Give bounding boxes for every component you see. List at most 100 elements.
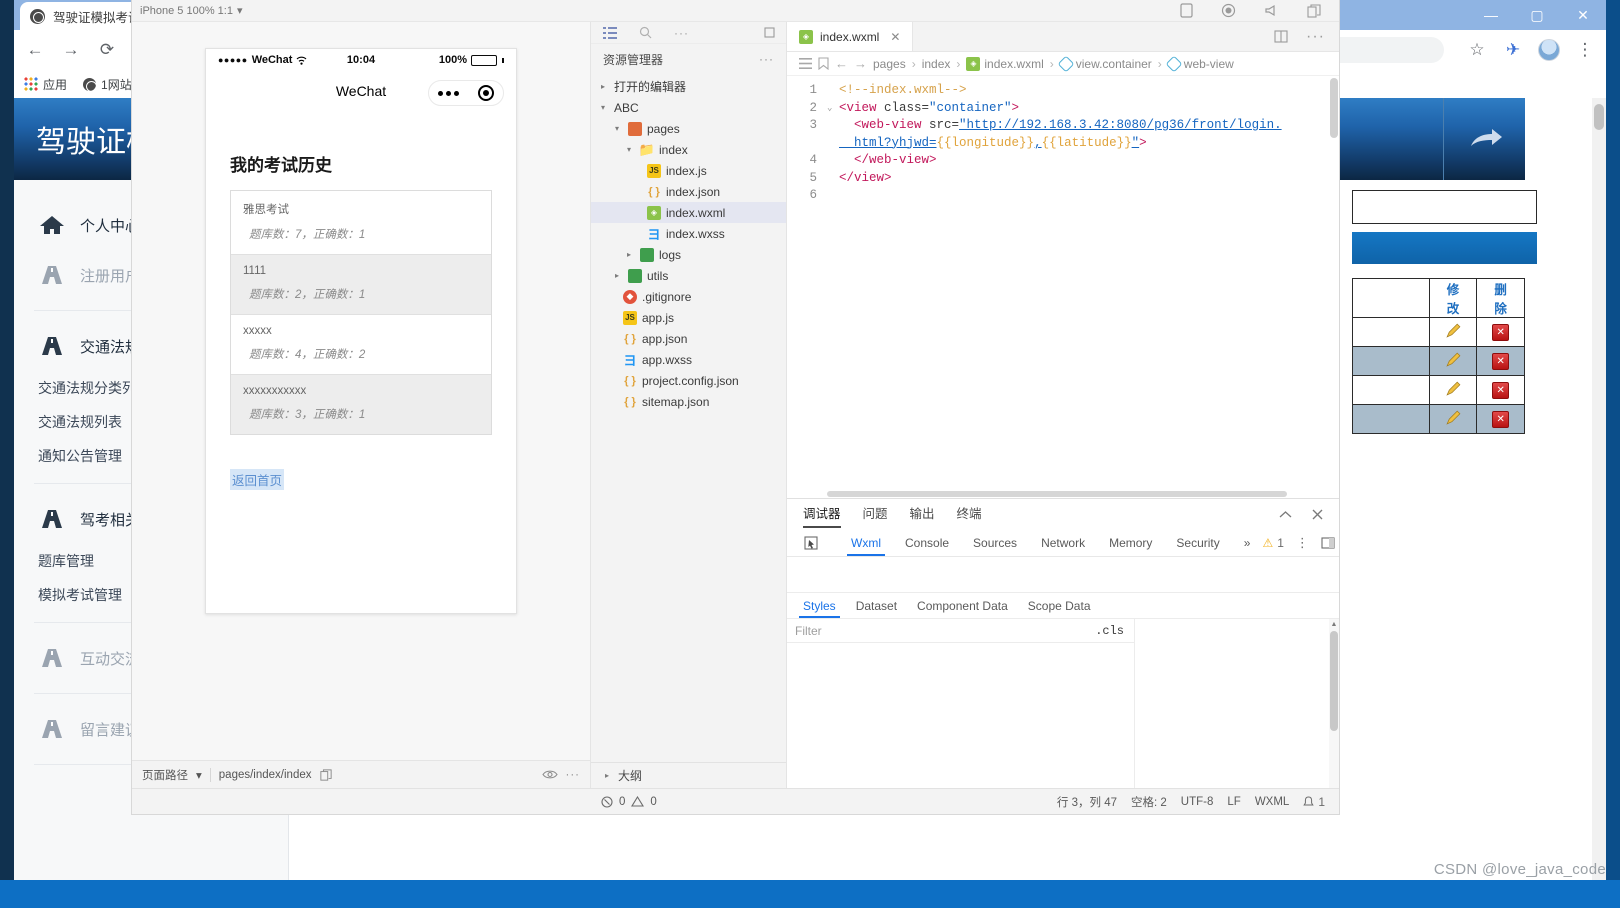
inspect-icon[interactable]: [795, 535, 827, 550]
edit-cell[interactable]: [1428, 404, 1478, 434]
eol[interactable]: LF: [1227, 796, 1240, 808]
tab-problems[interactable]: 问题: [863, 503, 888, 526]
tree-item-app-js[interactable]: JS app.js: [591, 307, 786, 328]
delete-cell[interactable]: ✕: [1476, 375, 1525, 405]
more-icon[interactable]: ···: [1306, 28, 1325, 46]
simulator-device-select[interactable]: iPhone 5 100% 1:1 ▾: [132, 4, 243, 18]
outline-icon[interactable]: [799, 58, 812, 69]
chevron-down-icon[interactable]: ▾: [196, 768, 202, 782]
dock-icon[interactable]: [1321, 536, 1335, 549]
target-icon[interactable]: [477, 85, 494, 101]
chevron-right-icon[interactable]: ▸: [597, 82, 609, 91]
tree-item-index-json[interactable]: { } index.json: [591, 181, 786, 202]
scroll-up-icon[interactable]: ▲: [1329, 619, 1339, 630]
avatar[interactable]: [1538, 39, 1560, 61]
edit-cell[interactable]: [1428, 375, 1478, 405]
megaphone-icon[interactable]: [1264, 4, 1279, 17]
copy-icon[interactable]: [1307, 3, 1321, 18]
tab-styles[interactable]: Styles: [793, 594, 846, 618]
close-icon[interactable]: [1312, 509, 1323, 520]
editor-vertical-scrollbar[interactable]: [1329, 76, 1339, 498]
tab-console[interactable]: Console: [893, 530, 961, 556]
chevron-right-icon[interactable]: ▸: [601, 771, 613, 780]
more-icon[interactable]: ···: [566, 769, 581, 781]
tab-security[interactable]: Security: [1164, 530, 1231, 556]
list-item[interactable]: 雅思考试 题库数：7，正确数：1: [231, 191, 491, 255]
more-icon[interactable]: ···: [759, 52, 774, 66]
tab-scope-data[interactable]: Scope Data: [1018, 594, 1101, 618]
tab-terminal[interactable]: 终端: [957, 503, 982, 526]
tree-project-root[interactable]: ▾ ABC: [591, 97, 786, 118]
scrollbar-thumb[interactable]: [1330, 78, 1338, 138]
tab-memory[interactable]: Memory: [1097, 530, 1164, 556]
tree-open-editors[interactable]: ▸ 打开的编辑器: [591, 76, 786, 97]
page-path-label[interactable]: 页面路径: [142, 767, 188, 783]
phone-icon[interactable]: [1180, 3, 1193, 18]
cls-button[interactable]: .cls: [1085, 624, 1134, 638]
fold-marker[interactable]: [827, 82, 839, 100]
tab-wxml[interactable]: Wxml: [839, 530, 893, 556]
scrollbar-thumb[interactable]: [1330, 631, 1338, 731]
tree-item-index-js[interactable]: JS index.js: [591, 160, 786, 181]
notifications[interactable]: 1: [1303, 795, 1325, 809]
list-icon[interactable]: [603, 26, 617, 39]
encoding[interactable]: UTF-8: [1181, 796, 1214, 808]
outline-section[interactable]: ▸ 大纲: [591, 762, 786, 788]
delete-cell[interactable]: ✕: [1476, 404, 1525, 434]
tab-output[interactable]: 输出: [910, 503, 935, 526]
tree-item-project-config[interactable]: { } project.config.json: [591, 370, 786, 391]
list-item[interactable]: 1111 题库数：2，正确数：1: [231, 255, 491, 315]
filter-input[interactable]: [787, 619, 1086, 642]
language-mode[interactable]: WXML: [1255, 796, 1290, 808]
tree-item-app-json[interactable]: { } app.json: [591, 328, 786, 349]
split-editor-icon[interactable]: [1274, 30, 1288, 43]
close-icon[interactable]: ✕: [890, 30, 900, 44]
close-button[interactable]: ✕: [1560, 0, 1606, 30]
bookmark-site[interactable]: 1网站: [83, 76, 132, 93]
breadcrumb-web-view[interactable]: web-view: [1165, 55, 1234, 72]
problems-indicator[interactable]: 0 0: [591, 796, 667, 808]
fold-marker[interactable]: ⌄: [827, 100, 839, 118]
minimize-button[interactable]: —: [1468, 0, 1514, 30]
maximize-button[interactable]: ▢: [1514, 0, 1560, 30]
share-arrow-icon[interactable]: [1443, 98, 1525, 180]
wechat-capsule[interactable]: [428, 80, 504, 106]
more-dots-icon[interactable]: [438, 90, 460, 96]
fold-marker[interactable]: [827, 152, 839, 170]
back-to-home-link[interactable]: 返回首页: [230, 469, 285, 490]
delete-cell[interactable]: ✕: [1476, 317, 1525, 347]
code-editor[interactable]: 1 <!--index.wxml--> 2 ⌄ <view class= "co…: [787, 76, 1339, 498]
tab-debugger[interactable]: 调试器: [803, 503, 841, 528]
delete-cell[interactable]: ✕: [1476, 346, 1525, 376]
tab-network[interactable]: Network: [1029, 530, 1097, 556]
dom-tree-area[interactable]: [787, 557, 1339, 593]
breadcrumb-view-container[interactable]: view.container: [1057, 55, 1152, 72]
bookmark-apps[interactable]: 应用: [24, 76, 67, 93]
tree-item-gitignore[interactable]: ◆ .gitignore: [591, 286, 786, 307]
nav-forward-icon[interactable]: →: [854, 56, 867, 71]
reload-icon[interactable]: ⟳: [96, 39, 118, 61]
chevron-down-icon[interactable]: ▾: [611, 124, 623, 133]
breadcrumb-file[interactable]: ◈ index.wxml: [966, 56, 1044, 71]
open-editors-icon[interactable]: [764, 26, 776, 39]
chevron-right-icon[interactable]: ▸: [611, 271, 623, 280]
copy-icon[interactable]: [319, 768, 332, 781]
chevron-right-icon[interactable]: ▸: [623, 250, 635, 259]
chevron-down-icon[interactable]: ▾: [623, 145, 635, 154]
tree-item-index-folder[interactable]: ▾ 📁 index: [591, 139, 786, 160]
browser-menu-icon[interactable]: ⋮: [1574, 39, 1596, 61]
tree-item-sitemap[interactable]: { } sitemap.json: [591, 391, 786, 412]
more-icon[interactable]: ···: [674, 26, 689, 40]
bookmark-star-icon[interactable]: ☆: [1466, 39, 1488, 61]
edit-cell[interactable]: [1428, 346, 1478, 376]
tab-sources[interactable]: Sources: [961, 530, 1029, 556]
scrollbar-thumb[interactable]: [827, 491, 1287, 497]
list-item[interactable]: xxxxxxxxxxx 题库数：3，正确数：1: [231, 375, 491, 434]
record-icon[interactable]: [1221, 3, 1236, 18]
list-item[interactable]: xxxxx 题库数：4，正确数：2: [231, 315, 491, 375]
editor-horizontal-scrollbar[interactable]: [827, 490, 1321, 498]
tree-item-pages[interactable]: ▾ pages: [591, 118, 786, 139]
fold-marker[interactable]: [827, 135, 839, 153]
tree-item-utils[interactable]: ▸ utils: [591, 265, 786, 286]
tree-item-logs[interactable]: ▸ logs: [591, 244, 786, 265]
